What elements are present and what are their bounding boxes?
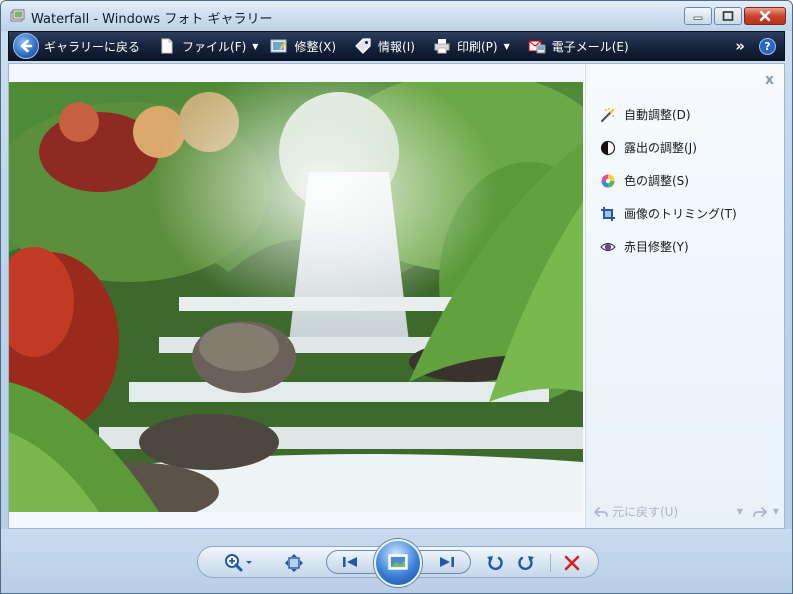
dropdown-arrow-icon: ▼ [252,41,259,51]
navigation-bar [1,529,792,593]
help-icon: ? [764,39,771,53]
red-eye-item[interactable]: 赤目修整(Y) [600,230,737,263]
more-commands-button[interactable]: » [735,37,745,55]
fix-label: 修整(X) [294,39,337,54]
red-eye-icon [600,242,616,251]
back-arrow-icon [13,33,39,59]
color-wheel-icon [601,174,615,187]
title-bar[interactable]: Waterfall - Windows フォト ギャラリー [1,1,792,31]
back-to-gallery-label: ギャラリーに戻る [44,39,141,54]
slideshow-icon [388,554,408,570]
photo-viewer [9,64,584,528]
caption-buttons [684,7,786,25]
redo-icon[interactable] [752,506,767,518]
info-label: 情報(I) [378,39,415,54]
email-icon [528,40,546,54]
window-title: Waterfall - Windows フォト ギャラリー [31,12,273,27]
close-button[interactable] [744,7,786,25]
email-label: 電子メール(E) [551,39,629,54]
close-fix-panel-button[interactable]: x [765,72,774,88]
magic-wand-icon [600,107,615,122]
crop-icon [601,206,615,221]
fix-photo-icon [270,39,288,53]
delete-button[interactable] [562,553,582,573]
fix-options-list: 自動調整(D) 露出の調整(J) 色の調整(S) 画像のトリミング(T) 赤目修… [600,98,737,263]
photo-gallery-window: Waterfall - Windows フォト ギャラリー ギャラリーに戻る フ… [0,0,793,594]
photo-gallery-app-icon [10,9,25,22]
previous-button[interactable] [341,555,359,569]
info-button[interactable]: 情報(I) [348,32,421,60]
exposure-adjust-item[interactable]: 露出の調整(J) [600,131,737,164]
slideshow-button[interactable] [374,539,422,587]
maximize-button[interactable] [714,7,742,25]
minimize-button[interactable] [684,7,712,25]
minimize-icon [693,16,703,20]
zoom-button[interactable] [224,553,256,573]
undo-button[interactable]: 元に戻す(U) [612,503,678,520]
rotate-clockwise-button[interactable] [516,553,536,573]
command-bar: ギャラリーに戻る ファイル(F) ▼ 修整(X) 情報(I) 印刷(P) ▼ 電… [8,31,785,61]
dropdown-arrow-icon: ▼ [503,41,510,51]
exposure-adjust-label: 露出の調整(J) [624,141,697,155]
undo-icon [594,506,608,517]
fit-to-window-button[interactable] [284,553,304,573]
auto-adjust-label: 自動調整(D) [624,108,691,122]
command-bar-right: » ? [735,37,784,55]
back-to-gallery-button[interactable]: ギャラリーに戻る [9,32,146,60]
nav-separator [550,554,551,572]
email-button[interactable]: 電子メール(E) [522,32,635,60]
help-button[interactable]: ? [759,37,776,55]
fix-panel: x 自動調整(D) 露出の調整(J) 色の調整(S) 画像のトリミング(T) 赤… [585,64,784,528]
color-adjust-label: 色の調整(S) [624,174,689,188]
maximize-icon [722,11,734,21]
fix-button[interactable]: 修整(X) [264,32,342,60]
red-eye-label: 赤目修整(Y) [624,240,689,254]
exposure-icon [600,140,616,155]
print-label: 印刷(P) [456,39,498,54]
tag-icon [355,38,371,54]
undo-redo-row: 元に戻す(U) ▼ ▼ [594,503,779,520]
waterfall-photo[interactable] [9,82,583,512]
crop-label: 画像のトリミング(T) [624,207,737,221]
file-icon [161,38,173,54]
navigation-controls [197,539,599,587]
auto-adjust-item[interactable]: 自動調整(D) [600,98,737,131]
rotate-counterclockwise-button[interactable] [485,553,505,573]
printer-icon [434,39,450,54]
color-adjust-item[interactable]: 色の調整(S) [600,164,737,197]
next-button[interactable] [438,555,456,569]
redo-dropdown-icon[interactable]: ▼ [773,507,779,516]
crop-item[interactable]: 画像のトリミング(T) [600,197,737,230]
file-menu-button[interactable]: ファイル(F) ▼ [152,32,264,60]
undo-dropdown-icon[interactable]: ▼ [737,507,743,516]
close-icon [759,10,771,22]
print-menu-button[interactable]: 印刷(P) ▼ [427,32,516,60]
file-menu-label: ファイル(F) [182,39,247,54]
main-content: x 自動調整(D) 露出の調整(J) 色の調整(S) 画像のトリミング(T) 赤… [8,63,785,529]
